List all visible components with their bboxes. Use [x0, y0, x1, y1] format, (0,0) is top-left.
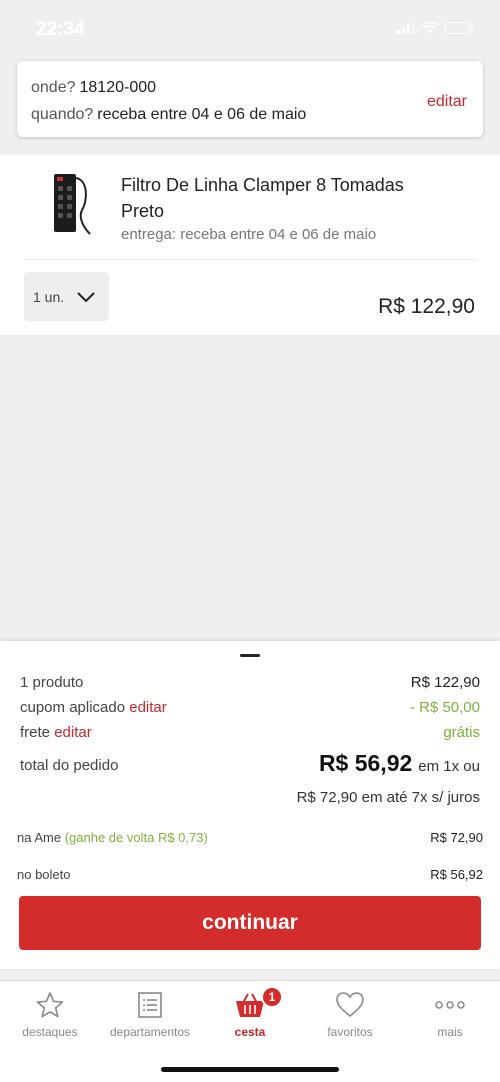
more-icon [435, 1001, 465, 1009]
status-icons [397, 22, 473, 34]
tab-mais[interactable]: mais [400, 981, 500, 1051]
product-price: R$ 122,90 [378, 295, 475, 318]
order-total-line: R$ 56,92 em 1x ou [319, 750, 480, 777]
drag-handle[interactable] [240, 654, 260, 657]
delivery-window: receba entre 04 e 06 de maio [97, 106, 307, 123]
tab-destaques[interactable]: destaques [0, 981, 100, 1051]
zip-code: 18120-000 [79, 79, 157, 96]
ame-price: R$ 72,90 [430, 830, 483, 845]
shipping-row: frete editar [20, 724, 92, 741]
installment-info: R$ 72,90 em até 7x s/ juros [296, 789, 480, 806]
cart-item: Filtro De Linha Clamper 8 Tomadas Preto … [0, 155, 500, 335]
when-label: quando? [31, 106, 94, 123]
star-icon [36, 992, 64, 1018]
continue-button[interactable]: continuar [19, 896, 481, 950]
products-count-label: 1 produto [20, 674, 84, 691]
coupon-row: cupom aplicado editar [20, 699, 167, 716]
heart-icon [336, 992, 364, 1018]
coupon-label: cupom aplicado [20, 699, 126, 716]
delivery-info-card: onde? 18120-000 quando? receba entre 04 e … [17, 61, 483, 137]
edit-coupon-link[interactable]: editar [129, 699, 167, 716]
tab-label: destaques [22, 1025, 78, 1039]
home-indicator[interactable] [161, 1067, 339, 1072]
ame-cashback: (ganhe de volta R$ 0,73) [64, 830, 208, 845]
products-subtotal: R$ 122,90 [410, 674, 480, 691]
order-total-value: R$ 56,92 [318, 750, 413, 776]
edit-shipping-link[interactable]: editar [54, 724, 92, 741]
battery-icon [445, 22, 473, 34]
boleto-label: no boleto [17, 867, 71, 882]
chevron-down-icon [77, 291, 95, 302]
product-title[interactable]: Filtro De Linha Clamper 8 Tomadas Preto [121, 172, 451, 224]
ame-payment-row: na Ame (ganhe de volta R$ 0,73) [17, 830, 208, 845]
boleto-price: R$ 56,92 [430, 867, 483, 882]
tab-label: mais [437, 1025, 463, 1039]
tab-label: departamentos [109, 1025, 191, 1039]
delivery-location-row: onde? 18120-000 [31, 79, 156, 97]
where-label: onde? [31, 79, 76, 96]
tab-favoritos[interactable]: favoritos [300, 981, 400, 1051]
tab-departamentos[interactable]: departamentos [100, 981, 200, 1051]
coupon-discount: - R$ 50,00 [409, 699, 480, 716]
status-time: 22:34 [36, 19, 85, 40]
quantity-select[interactable]: 1 un. [24, 272, 109, 321]
tab-label: favoritos [327, 1025, 373, 1039]
order-summary-panel: 1 produto R$ 122,90 cupom aplicado edita… [0, 641, 500, 969]
tab-label: cesta [234, 1025, 266, 1039]
order-total-suffix: em 1x ou [418, 758, 480, 775]
shipping-cost: grátis [443, 724, 480, 741]
order-total-label: total do pedido [20, 757, 119, 774]
delivery-date-row: quando? receba entre 04 e 06 de maio [31, 106, 306, 124]
product-image [54, 174, 91, 235]
tab-cesta[interactable]: 1 cesta [200, 981, 300, 1051]
edit-delivery-link[interactable]: editar [427, 93, 467, 111]
divider [24, 259, 476, 260]
ame-label: na Ame [17, 830, 62, 845]
cart-count-badge: 1 [261, 986, 283, 1008]
product-delivery-estimate: entrega: receba entre 04 e 06 de maio [121, 226, 377, 243]
cellular-signal-icon [397, 22, 415, 34]
list-icon [138, 992, 162, 1018]
quantity-value: 1 un. [33, 288, 65, 305]
wifi-icon [421, 22, 439, 34]
status-bar: 22:34 [0, 0, 500, 52]
shipping-label: frete [20, 724, 51, 741]
